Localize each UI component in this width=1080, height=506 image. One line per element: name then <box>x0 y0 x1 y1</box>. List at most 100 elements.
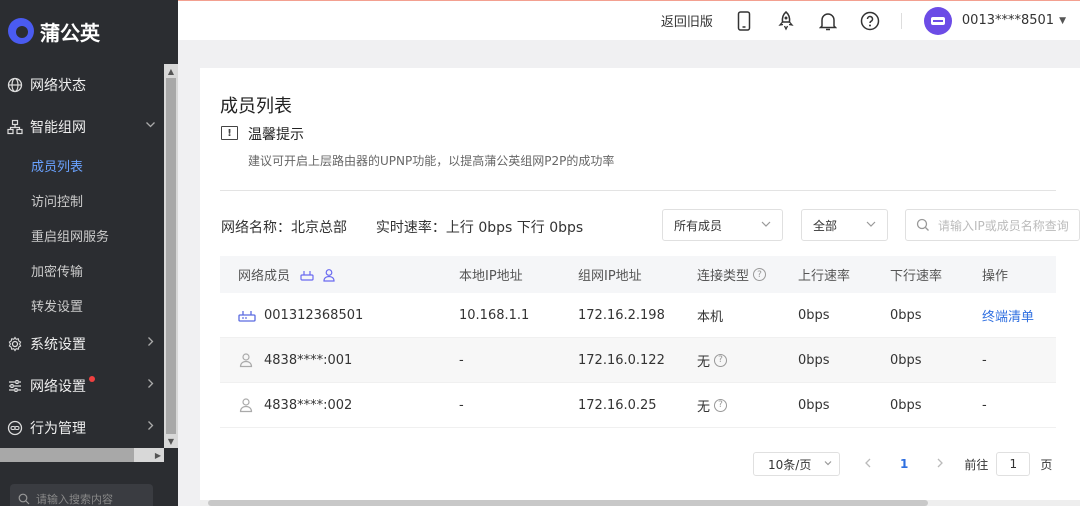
gear-icon <box>6 335 24 353</box>
page-number-current[interactable]: 1 <box>900 457 908 471</box>
rocket-icon[interactable] <box>775 10 797 32</box>
dandelion-logo-icon <box>8 18 34 44</box>
column-header-action: 操作 <box>982 269 1009 284</box>
download-cell: 0bps <box>890 397 922 413</box>
user-icon <box>238 352 256 368</box>
column-header-label: 网络成员 <box>238 269 291 284</box>
help-icon[interactable] <box>859 10 881 32</box>
download-cell: 0bps <box>890 352 922 368</box>
tip-title: 温馨提示 <box>248 127 304 143</box>
upload-cell: 0bps <box>798 397 830 413</box>
network-info: 网络名称：北京总部 实时速率：上行 0bps 下行 0bps <box>221 217 583 237</box>
member-search-placeholder: 请输入IP或成员名称查询 <box>938 218 1069 233</box>
net-ip-cell: 172.16.0.122 <box>578 352 665 368</box>
sidebar-subitem-member-list[interactable]: 成员列表 <box>0 148 164 183</box>
chevron-down-icon <box>145 119 156 133</box>
sidebar-item-system-settings[interactable]: 系统设置 <box>0 323 164 365</box>
network-icon <box>6 118 24 136</box>
page-suffix-label: 页 <box>1040 457 1053 472</box>
sidebar-item-network-status[interactable]: 网络状态 <box>0 64 164 106</box>
network-name-label: 网络名称： <box>221 220 291 236</box>
link-icon <box>6 419 24 437</box>
sidebar-search-input[interactable]: 请输入搜索内容 <box>10 484 153 506</box>
goto-label: 前往 <box>964 457 989 472</box>
member-filter-select[interactable]: 所有成员 <box>662 209 783 241</box>
chevron-right-icon <box>145 336 156 350</box>
user-filter-icon[interactable] <box>322 268 336 282</box>
sidebar-item-behavior-management[interactable]: 行为管理 <box>0 407 164 449</box>
member-cell: 001312368501 <box>220 307 441 323</box>
sidebar-subitem-forwarding[interactable]: 转发设置 <box>0 288 164 323</box>
next-page-icon[interactable] <box>936 457 944 471</box>
help-icon[interactable]: ? <box>714 398 728 412</box>
bell-icon[interactable] <box>817 10 839 32</box>
old-version-link[interactable]: 返回旧版 <box>661 11 713 30</box>
column-header-local-ip: 本地IP地址 <box>459 269 523 284</box>
speed-label: 实时速率： <box>375 220 446 236</box>
router-filter-icon[interactable] <box>300 268 314 282</box>
scroll-up-icon[interactable]: ▲ <box>164 64 178 78</box>
scroll-right-icon[interactable]: ▶ <box>134 448 164 462</box>
member-table: 网络成员 本地IP地址 组网IP地址 连接类型 ? 上行速率 下行速率 操作 0… <box>220 256 1056 428</box>
upload-cell: 0bps <box>798 352 830 368</box>
column-header-member: 网络成员 <box>220 265 441 284</box>
tip-text: 建议可开启上层路由器的UPNP功能，以提高蒲公英组网P2P的成功率 <box>248 154 615 168</box>
scroll-thumb[interactable] <box>208 500 928 506</box>
sidebar: 蒲公英 网络状态 智能组网 成员列表 访问控制 重启组网服务 加密传输 转发设置 <box>0 0 178 506</box>
conn-type-cell: 无 ? <box>679 396 780 415</box>
info-icon: ! <box>221 126 238 140</box>
type-filter-value: 全部 <box>813 218 838 233</box>
card-horizontal-scrollbar[interactable] <box>200 500 1080 506</box>
mobile-icon[interactable] <box>733 10 755 32</box>
search-icon <box>916 218 930 232</box>
scroll-thumb[interactable] <box>166 78 176 434</box>
sidebar-vertical-scrollbar[interactable]: ▲ ▼ <box>164 64 178 448</box>
column-header-download: 下行速率 <box>890 269 943 284</box>
sidebar-subitem-encrypted-transfer[interactable]: 加密传输 <box>0 253 164 288</box>
page-size-select[interactable]: 10条/页 <box>753 452 840 476</box>
upload-cell: 0bps <box>798 307 830 323</box>
net-ip-cell: 172.16.0.25 <box>578 397 657 413</box>
logo[interactable]: 蒲公英 <box>0 0 178 62</box>
type-filter-select[interactable]: 全部 <box>801 209 888 241</box>
conn-type-value: 无 <box>697 399 711 415</box>
chevron-right-icon <box>145 420 156 434</box>
sidebar-item-label: 网络设置 <box>30 379 86 395</box>
speed-value: 上行 0bps 下行 0bps <box>445 220 584 236</box>
member-name: 4838****:001 <box>264 352 353 368</box>
search-icon <box>18 493 30 505</box>
column-header-conn-type: 连接类型 ? <box>679 265 780 284</box>
terminal-list-link[interactable]: 终端清单 <box>964 306 1056 325</box>
column-header-label: 连接类型 <box>697 269 750 284</box>
net-ip-cell: 172.16.2.198 <box>578 307 665 323</box>
sidebar-subitem-restart-service[interactable]: 重启组网服务 <box>0 218 164 253</box>
sidebar-horizontal-scrollbar[interactable]: ▶ <box>0 448 164 462</box>
sidebar-item-label: 智能组网 <box>30 120 86 136</box>
prev-page-icon[interactable] <box>864 457 872 471</box>
member-list-card: 成员列表 ! 温馨提示 建议可开启上层路由器的UPNP功能，以提高蒲公英组网P2… <box>200 68 1080 506</box>
member-search-input[interactable]: 请输入IP或成员名称查询 <box>905 209 1080 241</box>
divider <box>220 190 1056 191</box>
column-header-upload: 上行速率 <box>798 269 851 284</box>
help-icon[interactable]: ? <box>714 353 728 367</box>
avatar[interactable] <box>923 6 952 35</box>
member-cell: 4838****:002 <box>220 397 441 413</box>
help-icon[interactable]: ? <box>753 268 767 281</box>
user-name[interactable]: 0013****8501 <box>962 13 1054 28</box>
sidebar-subitem-access-control[interactable]: 访问控制 <box>0 183 164 218</box>
column-header-net-ip: 组网IP地址 <box>578 269 642 284</box>
member-name: 001312368501 <box>264 307 364 323</box>
caret-down-icon[interactable]: ▼ <box>1059 16 1066 26</box>
notification-dot <box>89 376 95 382</box>
page-size-value: 10条/页 <box>768 457 812 472</box>
user-icon <box>238 397 256 413</box>
sidebar-item-label: 行为管理 <box>30 421 86 437</box>
scroll-down-icon[interactable]: ▼ <box>164 434 178 448</box>
sidebar-item-label: 系统设置 <box>30 337 86 353</box>
sidebar-item-smart-network[interactable]: 智能组网 <box>0 106 164 148</box>
goto-page-input[interactable]: 1 <box>996 452 1031 476</box>
sidebar-item-network-settings[interactable]: 网络设置 <box>0 365 164 407</box>
logo-text: 蒲公英 <box>40 20 100 45</box>
member-cell: 4838****:001 <box>220 352 441 368</box>
action-cell: - <box>982 352 987 368</box>
